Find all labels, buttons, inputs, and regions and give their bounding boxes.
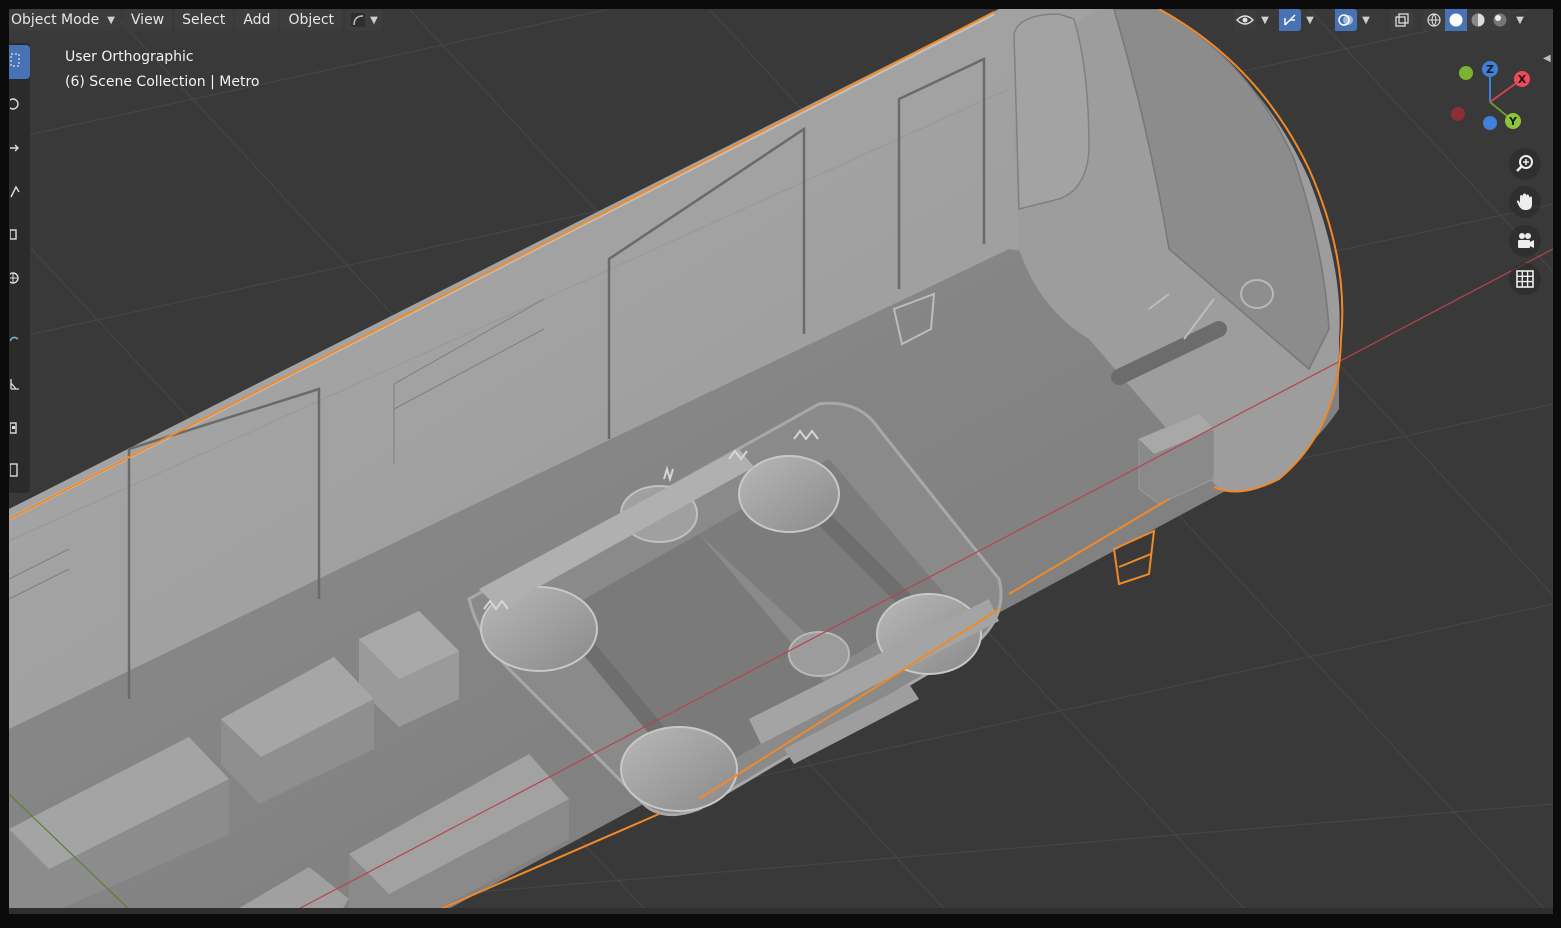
viewport-header: Object Mode ▼ View Select Add Object ▼ [9,9,382,31]
mode-label: Object Mode [11,12,100,28]
x-axis-label: X [1518,73,1527,86]
chevron-down-icon[interactable]: ▼ [1256,9,1274,31]
gizmo-icon[interactable] [1279,9,1301,31]
chevron-down-icon[interactable]: ▼ [1511,9,1529,31]
hand-pan-icon[interactable] [1509,186,1541,218]
cab-door [1013,13,1090,210]
menu-select[interactable]: Select [174,9,234,31]
camera-view-icon[interactable] [1509,225,1541,257]
transform-icon[interactable] [9,263,30,297]
annotate-icon[interactable] [9,325,30,359]
add-cube-icon[interactable] [9,413,30,447]
transform-dropdown[interactable]: ▼ [346,9,382,31]
ortho-grid-icon[interactable] [1509,263,1541,295]
3d-viewport[interactable]: Object Mode ▼ View Select Add Object ▼ U… [9,9,1553,914]
tool-settings-icon[interactable] [9,455,30,489]
visibility-eye-icon[interactable] [1234,9,1256,31]
menu-view[interactable]: View [122,9,173,31]
viewport-bottom-strip [9,908,1553,914]
mode-dropdown[interactable]: Object Mode ▼ [9,9,121,31]
chevron-down-icon: ▼ [107,14,115,26]
select-box-icon[interactable] [9,45,30,79]
viewport-info: User Orthographic (6) Scene Collection |… [65,45,259,95]
menu-object[interactable]: Object [280,9,343,31]
view-name: User Orthographic [65,49,194,65]
sidebar-toggle-icon[interactable]: ◀ [1543,53,1553,69]
material-shading-icon[interactable] [1467,9,1489,31]
shading-controls: ▼ [1423,9,1529,31]
chevron-down-icon[interactable]: ▼ [1301,9,1319,31]
collection-info: (6) Scene Collection | Metro [65,74,260,90]
xray-icon[interactable] [1391,9,1413,31]
cursor-icon[interactable] [9,89,30,123]
wireframe-shading-icon[interactable] [1423,9,1445,31]
chevron-down-icon: ▼ [370,14,378,26]
app-frame: Object Mode ▼ View Select Add Object ▼ U… [0,0,1561,928]
tool-shelf [9,43,30,493]
neg-z-axis-icon [1483,116,1497,130]
menu-add[interactable]: Add [235,9,279,31]
scale-icon[interactable] [9,219,30,253]
visibility-controls: ▼ [1234,9,1274,31]
navigation-gizmo[interactable]: Z X Y [1445,57,1535,147]
solid-shading-icon[interactable] [1445,9,1467,31]
z-axis-label: Z [1486,63,1494,76]
neg-x-axis-icon [1451,107,1465,121]
overlay-controls: ▼ [1335,9,1375,31]
chevron-down-icon[interactable]: ▼ [1357,9,1375,31]
overlay-icon[interactable] [1335,9,1357,31]
measure-icon[interactable] [9,369,30,403]
snap-curve-icon [351,13,366,27]
xray-controls [1391,9,1413,31]
zoom-icon[interactable] [1509,148,1541,180]
scene-render [9,9,1553,914]
y-axis-label: Y [1508,115,1518,128]
rotate-icon[interactable] [9,177,30,211]
rendered-shading-icon[interactable] [1489,9,1511,31]
neg-y-axis-icon [1459,66,1473,80]
move-icon[interactable] [9,133,30,167]
gizmo-controls: ▼ [1279,9,1319,31]
